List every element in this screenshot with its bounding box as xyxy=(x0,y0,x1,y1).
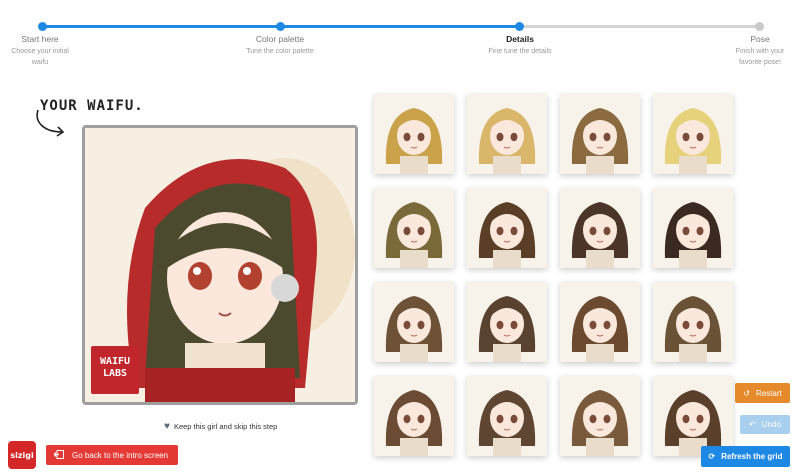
main-waifu-portrait: WAIFU LABS xyxy=(82,125,358,405)
waifu-option-9[interactable] xyxy=(374,282,454,362)
step-subtitle: Fine tune the details xyxy=(488,48,552,55)
waifu-option-5[interactable] xyxy=(374,188,454,268)
refresh-grid-button[interactable]: ⟳ Refresh the grid xyxy=(701,446,790,467)
step-title: Color palette xyxy=(255,34,305,44)
waifu-thumbnail-image xyxy=(653,94,733,174)
waifu-thumbnail-image xyxy=(467,282,547,362)
step-title: Start here xyxy=(21,34,59,44)
heart-icon: ♥ xyxy=(164,421,170,432)
waifu-thumbnail-image xyxy=(467,188,547,268)
keep-label: Keep this girl and skip this step xyxy=(173,422,278,431)
logo-line2: LABS xyxy=(102,368,128,379)
refresh-icon: ⟳ xyxy=(708,452,716,461)
step-dot-start[interactable] xyxy=(38,22,47,31)
waifu-thumbnail-image xyxy=(560,376,640,456)
stepper-track-remaining xyxy=(520,25,760,28)
waifu-thumbnail-image xyxy=(653,188,733,268)
undo-label: Undo xyxy=(761,420,781,429)
waifu-thumbnail-image xyxy=(560,94,640,174)
step-dot-details[interactable] xyxy=(515,22,524,31)
curved-arrow-icon xyxy=(36,109,65,137)
restart-button[interactable]: ↺ Restart xyxy=(735,383,790,403)
step-subtitle: Choose your initial xyxy=(11,48,69,55)
step-color-palette[interactable]: Color palette Tune the color palette xyxy=(230,34,330,57)
waifu-option-16[interactable] xyxy=(653,376,733,456)
undo-icon: ↶ xyxy=(749,420,756,429)
step-subtitle: favorite pose! xyxy=(738,59,782,66)
waifu-thumbnail-image xyxy=(467,376,547,456)
waifu-thumbnail-image xyxy=(560,188,640,268)
waifu-thumbnail-image xyxy=(560,282,640,362)
step-pose: Pose Finish with your favorite pose! xyxy=(720,34,800,68)
logo-line1: WAIFU xyxy=(99,356,131,367)
restart-label: Restart xyxy=(755,388,782,398)
waifu-thumbnail-image xyxy=(374,282,454,362)
waifu-thumbnail-image xyxy=(653,376,733,456)
waifu-option-14[interactable] xyxy=(467,376,547,456)
step-details[interactable]: Details Fine tune the details xyxy=(470,34,570,57)
back-label: Go back to the intro screen xyxy=(72,450,169,460)
step-dot-pose xyxy=(755,22,764,31)
waifu-option-11[interactable] xyxy=(560,282,640,362)
waifu-option-8[interactable] xyxy=(653,188,733,268)
waifu-thumbnail-image xyxy=(467,94,547,174)
step-title: Pose xyxy=(750,34,770,44)
undo-button[interactable]: ↶ Undo xyxy=(740,415,790,434)
step-title: Details xyxy=(506,34,534,44)
step-dot-color[interactable] xyxy=(276,22,285,31)
refresh-label: Refresh the grid xyxy=(721,452,783,461)
waifu-option-10[interactable] xyxy=(467,282,547,362)
waifu-option-13[interactable] xyxy=(374,376,454,456)
waifu-option-4[interactable] xyxy=(653,94,733,174)
waifu-thumbnail-image xyxy=(374,376,454,456)
waifu-option-2[interactable] xyxy=(467,94,547,174)
waifu-thumbnail-image xyxy=(653,282,733,362)
exit-icon xyxy=(53,449,64,461)
back-to-intro-button[interactable]: Go back to the intro screen xyxy=(46,445,178,465)
waifu-labs-logo: WAIFU LABS xyxy=(91,346,139,394)
waifu-grid xyxy=(374,94,733,456)
step-start[interactable]: Start here Choose your initial waifu xyxy=(0,34,80,68)
step-subtitle: Tune the color palette xyxy=(246,48,314,55)
progress-stepper: Start here Choose your initial waifu Col… xyxy=(0,0,800,80)
waifu-option-12[interactable] xyxy=(653,282,733,362)
waifu-option-1[interactable] xyxy=(374,94,454,174)
waifu-thumbnail-image xyxy=(374,94,454,174)
keep-and-skip-link[interactable]: ♥ Keep this girl and skip this step xyxy=(164,421,277,432)
step-subtitle: waifu xyxy=(31,59,49,66)
step-subtitle: Finish with your xyxy=(735,48,785,55)
sizigi-logo[interactable]: sizigi xyxy=(8,441,36,469)
waifu-option-7[interactable] xyxy=(560,188,640,268)
waifu-thumbnail-image xyxy=(374,188,454,268)
waifu-option-3[interactable] xyxy=(560,94,640,174)
waifu-option-6[interactable] xyxy=(467,188,547,268)
restart-icon: ↺ xyxy=(743,388,750,398)
waifu-option-15[interactable] xyxy=(560,376,640,456)
